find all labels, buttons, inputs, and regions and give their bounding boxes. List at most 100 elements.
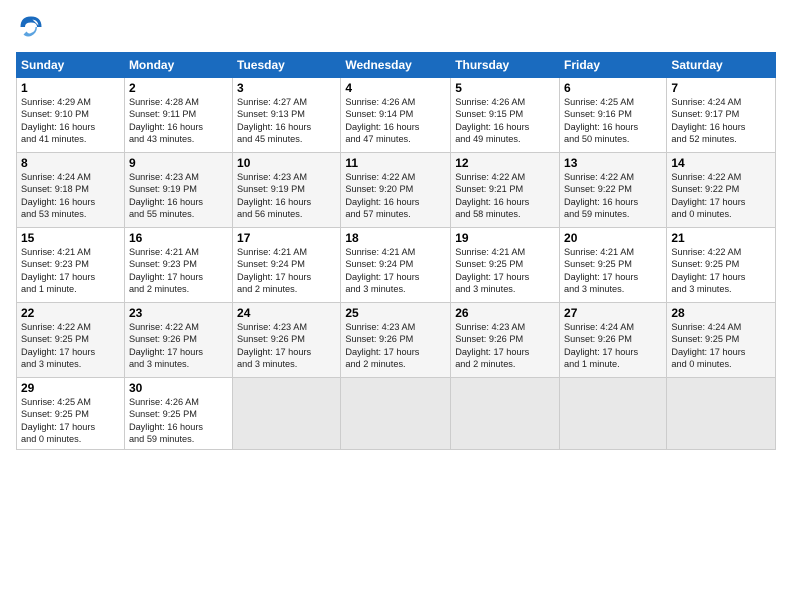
day-number: 12 bbox=[455, 156, 555, 170]
day-number: 28 bbox=[671, 306, 771, 320]
day-number: 16 bbox=[129, 231, 228, 245]
day-number: 23 bbox=[129, 306, 228, 320]
table-row: 15Sunrise: 4:21 AM Sunset: 9:23 PM Dayli… bbox=[17, 228, 125, 303]
day-number: 24 bbox=[237, 306, 336, 320]
day-info: Sunrise: 4:21 AM Sunset: 9:24 PM Dayligh… bbox=[237, 246, 336, 296]
calendar-row: 15Sunrise: 4:21 AM Sunset: 9:23 PM Dayli… bbox=[17, 228, 776, 303]
day-info: Sunrise: 4:21 AM Sunset: 9:25 PM Dayligh… bbox=[564, 246, 662, 296]
day-info: Sunrise: 4:24 AM Sunset: 9:25 PM Dayligh… bbox=[671, 321, 771, 371]
day-info: Sunrise: 4:23 AM Sunset: 9:26 PM Dayligh… bbox=[345, 321, 446, 371]
table-row bbox=[341, 378, 451, 450]
day-number: 14 bbox=[671, 156, 771, 170]
day-info: Sunrise: 4:24 AM Sunset: 9:17 PM Dayligh… bbox=[671, 96, 771, 146]
table-row: 30Sunrise: 4:26 AM Sunset: 9:25 PM Dayli… bbox=[124, 378, 232, 450]
day-info: Sunrise: 4:23 AM Sunset: 9:26 PM Dayligh… bbox=[237, 321, 336, 371]
day-info: Sunrise: 4:23 AM Sunset: 9:26 PM Dayligh… bbox=[455, 321, 555, 371]
logo-icon bbox=[16, 12, 46, 42]
day-number: 26 bbox=[455, 306, 555, 320]
day-info: Sunrise: 4:23 AM Sunset: 9:19 PM Dayligh… bbox=[237, 171, 336, 221]
table-row: 6Sunrise: 4:25 AM Sunset: 9:16 PM Daylig… bbox=[560, 78, 667, 153]
calendar-body: 1Sunrise: 4:29 AM Sunset: 9:10 PM Daylig… bbox=[17, 78, 776, 450]
table-row: 1Sunrise: 4:29 AM Sunset: 9:10 PM Daylig… bbox=[17, 78, 125, 153]
table-row: 16Sunrise: 4:21 AM Sunset: 9:23 PM Dayli… bbox=[124, 228, 232, 303]
table-row: 24Sunrise: 4:23 AM Sunset: 9:26 PM Dayli… bbox=[233, 303, 341, 378]
day-info: Sunrise: 4:21 AM Sunset: 9:23 PM Dayligh… bbox=[21, 246, 120, 296]
col-friday: Friday bbox=[560, 53, 667, 78]
day-info: Sunrise: 4:27 AM Sunset: 9:13 PM Dayligh… bbox=[237, 96, 336, 146]
table-row: 29Sunrise: 4:25 AM Sunset: 9:25 PM Dayli… bbox=[17, 378, 125, 450]
table-row: 10Sunrise: 4:23 AM Sunset: 9:19 PM Dayli… bbox=[233, 153, 341, 228]
table-row: 23Sunrise: 4:22 AM Sunset: 9:26 PM Dayli… bbox=[124, 303, 232, 378]
day-number: 27 bbox=[564, 306, 662, 320]
table-row: 22Sunrise: 4:22 AM Sunset: 9:25 PM Dayli… bbox=[17, 303, 125, 378]
day-info: Sunrise: 4:21 AM Sunset: 9:25 PM Dayligh… bbox=[455, 246, 555, 296]
col-tuesday: Tuesday bbox=[233, 53, 341, 78]
col-saturday: Saturday bbox=[667, 53, 776, 78]
day-number: 1 bbox=[21, 81, 120, 95]
day-number: 25 bbox=[345, 306, 446, 320]
day-info: Sunrise: 4:22 AM Sunset: 9:25 PM Dayligh… bbox=[21, 321, 120, 371]
day-number: 13 bbox=[564, 156, 662, 170]
day-number: 21 bbox=[671, 231, 771, 245]
day-info: Sunrise: 4:22 AM Sunset: 9:26 PM Dayligh… bbox=[129, 321, 228, 371]
calendar-row: 22Sunrise: 4:22 AM Sunset: 9:25 PM Dayli… bbox=[17, 303, 776, 378]
day-number: 4 bbox=[345, 81, 446, 95]
table-row: 21Sunrise: 4:22 AM Sunset: 9:25 PM Dayli… bbox=[667, 228, 776, 303]
table-row: 2Sunrise: 4:28 AM Sunset: 9:11 PM Daylig… bbox=[124, 78, 232, 153]
day-number: 9 bbox=[129, 156, 228, 170]
day-info: Sunrise: 4:22 AM Sunset: 9:25 PM Dayligh… bbox=[671, 246, 771, 296]
table-row: 19Sunrise: 4:21 AM Sunset: 9:25 PM Dayli… bbox=[451, 228, 560, 303]
col-thursday: Thursday bbox=[451, 53, 560, 78]
logo bbox=[16, 12, 50, 42]
day-number: 18 bbox=[345, 231, 446, 245]
table-row bbox=[233, 378, 341, 450]
table-row: 17Sunrise: 4:21 AM Sunset: 9:24 PM Dayli… bbox=[233, 228, 341, 303]
table-row: 3Sunrise: 4:27 AM Sunset: 9:13 PM Daylig… bbox=[233, 78, 341, 153]
day-info: Sunrise: 4:23 AM Sunset: 9:19 PM Dayligh… bbox=[129, 171, 228, 221]
day-number: 3 bbox=[237, 81, 336, 95]
day-number: 22 bbox=[21, 306, 120, 320]
calendar-row: 8Sunrise: 4:24 AM Sunset: 9:18 PM Daylig… bbox=[17, 153, 776, 228]
table-row bbox=[667, 378, 776, 450]
col-sunday: Sunday bbox=[17, 53, 125, 78]
day-info: Sunrise: 4:22 AM Sunset: 9:20 PM Dayligh… bbox=[345, 171, 446, 221]
calendar-row: 1Sunrise: 4:29 AM Sunset: 9:10 PM Daylig… bbox=[17, 78, 776, 153]
table-row: 4Sunrise: 4:26 AM Sunset: 9:14 PM Daylig… bbox=[341, 78, 451, 153]
day-info: Sunrise: 4:24 AM Sunset: 9:26 PM Dayligh… bbox=[564, 321, 662, 371]
day-number: 17 bbox=[237, 231, 336, 245]
day-info: Sunrise: 4:26 AM Sunset: 9:14 PM Dayligh… bbox=[345, 96, 446, 146]
day-number: 15 bbox=[21, 231, 120, 245]
header bbox=[16, 12, 776, 42]
day-number: 29 bbox=[21, 381, 120, 395]
calendar-table: Sunday Monday Tuesday Wednesday Thursday… bbox=[16, 52, 776, 450]
table-row bbox=[560, 378, 667, 450]
day-number: 5 bbox=[455, 81, 555, 95]
table-row: 13Sunrise: 4:22 AM Sunset: 9:22 PM Dayli… bbox=[560, 153, 667, 228]
day-number: 10 bbox=[237, 156, 336, 170]
day-info: Sunrise: 4:28 AM Sunset: 9:11 PM Dayligh… bbox=[129, 96, 228, 146]
day-info: Sunrise: 4:22 AM Sunset: 9:22 PM Dayligh… bbox=[564, 171, 662, 221]
day-info: Sunrise: 4:26 AM Sunset: 9:15 PM Dayligh… bbox=[455, 96, 555, 146]
day-info: Sunrise: 4:22 AM Sunset: 9:22 PM Dayligh… bbox=[671, 171, 771, 221]
day-info: Sunrise: 4:25 AM Sunset: 9:25 PM Dayligh… bbox=[21, 396, 120, 446]
day-number: 11 bbox=[345, 156, 446, 170]
header-row: Sunday Monday Tuesday Wednesday Thursday… bbox=[17, 53, 776, 78]
table-row: 27Sunrise: 4:24 AM Sunset: 9:26 PM Dayli… bbox=[560, 303, 667, 378]
day-number: 19 bbox=[455, 231, 555, 245]
col-monday: Monday bbox=[124, 53, 232, 78]
day-info: Sunrise: 4:29 AM Sunset: 9:10 PM Dayligh… bbox=[21, 96, 120, 146]
day-info: Sunrise: 4:26 AM Sunset: 9:25 PM Dayligh… bbox=[129, 396, 228, 446]
table-row: 11Sunrise: 4:22 AM Sunset: 9:20 PM Dayli… bbox=[341, 153, 451, 228]
day-number: 8 bbox=[21, 156, 120, 170]
day-number: 20 bbox=[564, 231, 662, 245]
table-row: 12Sunrise: 4:22 AM Sunset: 9:21 PM Dayli… bbox=[451, 153, 560, 228]
table-row: 7Sunrise: 4:24 AM Sunset: 9:17 PM Daylig… bbox=[667, 78, 776, 153]
calendar-row: 29Sunrise: 4:25 AM Sunset: 9:25 PM Dayli… bbox=[17, 378, 776, 450]
table-row: 20Sunrise: 4:21 AM Sunset: 9:25 PM Dayli… bbox=[560, 228, 667, 303]
table-row: 9Sunrise: 4:23 AM Sunset: 9:19 PM Daylig… bbox=[124, 153, 232, 228]
day-number: 30 bbox=[129, 381, 228, 395]
table-row: 18Sunrise: 4:21 AM Sunset: 9:24 PM Dayli… bbox=[341, 228, 451, 303]
day-number: 6 bbox=[564, 81, 662, 95]
table-row: 5Sunrise: 4:26 AM Sunset: 9:15 PM Daylig… bbox=[451, 78, 560, 153]
col-wednesday: Wednesday bbox=[341, 53, 451, 78]
